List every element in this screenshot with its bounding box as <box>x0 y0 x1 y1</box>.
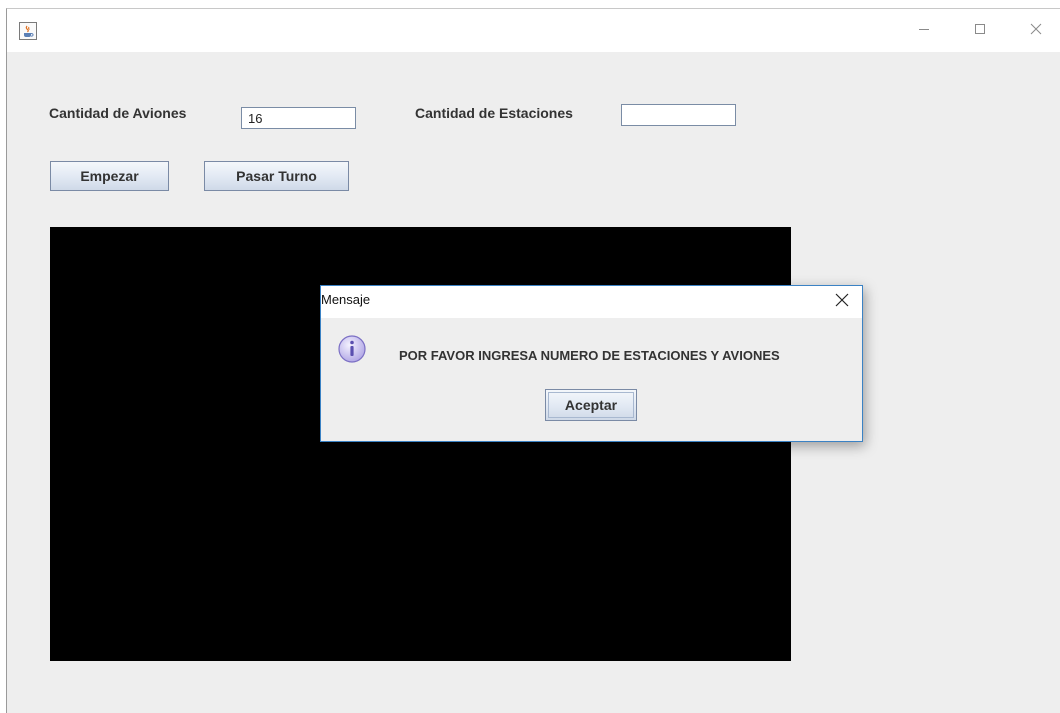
aviones-label: Cantidad de Aviones <box>49 105 187 121</box>
empezar-button[interactable]: Empezar <box>50 161 169 191</box>
aceptar-button[interactable]: Aceptar <box>545 389 637 421</box>
estaciones-input[interactable] <box>621 104 736 126</box>
maximize-icon <box>974 22 986 40</box>
java-cup-icon <box>19 22 37 40</box>
dialog-close-button[interactable] <box>828 290 856 314</box>
maximize-button[interactable] <box>957 9 1003 52</box>
dialog-title: Mensaje <box>321 292 371 307</box>
info-icon <box>337 334 367 364</box>
minimize-icon <box>918 22 930 40</box>
close-window-button[interactable] <box>1013 9 1059 52</box>
estaciones-label: Cantidad de Estaciones <box>415 105 573 121</box>
window-titlebar <box>7 9 1060 52</box>
dialog-titlebar: Mensaje <box>321 286 862 318</box>
message-dialog: Mensaje POR FAVOR INGRESA NUMERO DE ESTA… <box>320 285 863 442</box>
close-icon <box>1030 22 1042 40</box>
aviones-input[interactable]: 16 <box>241 107 356 129</box>
close-icon <box>835 293 849 312</box>
minimize-button[interactable] <box>901 9 947 52</box>
pasar-turno-button[interactable]: Pasar Turno <box>204 161 349 191</box>
dialog-message: POR FAVOR INGRESA NUMERO DE ESTACIONES Y… <box>399 348 780 363</box>
